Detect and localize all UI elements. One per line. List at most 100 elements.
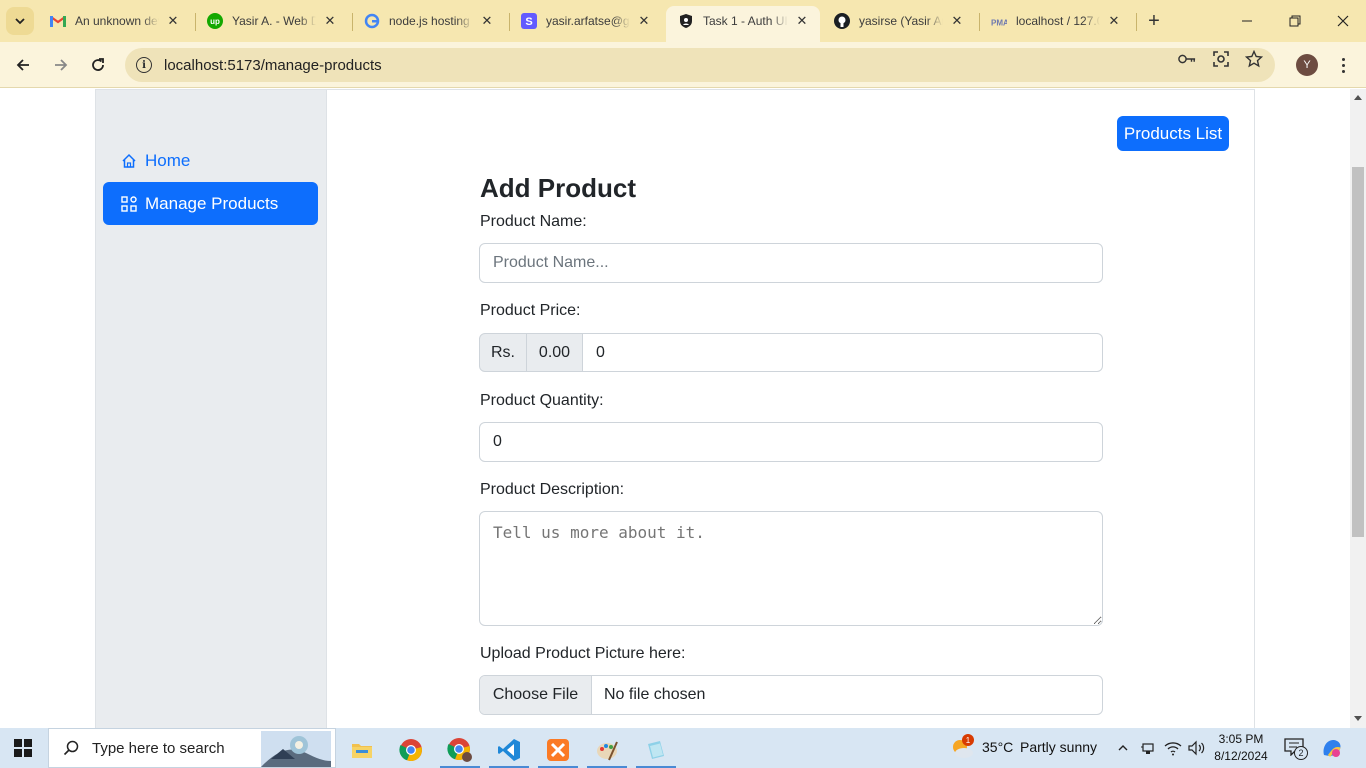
- file-name-text: No file chosen: [604, 686, 706, 703]
- back-button[interactable]: [9, 51, 37, 79]
- product-description-textarea[interactable]: [479, 511, 1103, 626]
- choose-file-button[interactable]: Choose File: [480, 676, 592, 714]
- wifi-icon[interactable]: [1164, 740, 1182, 756]
- new-tab-button[interactable]: +: [1143, 10, 1165, 32]
- taskbar-chrome-profile[interactable]: [438, 732, 482, 768]
- weather-description[interactable]: Partly sunny: [1020, 739, 1097, 755]
- notification-count: 2: [1294, 746, 1308, 760]
- paint-palette-icon: [597, 741, 618, 761]
- address-bar[interactable]: i localhost:5173/manage-products: [125, 48, 1275, 82]
- copilot-icon[interactable]: [1321, 737, 1343, 759]
- close-icon[interactable]: ✕: [165, 13, 181, 29]
- bookmark-star-icon[interactable]: [1245, 50, 1263, 68]
- search-icon: [63, 740, 79, 756]
- products-list-button[interactable]: Products List: [1117, 116, 1229, 151]
- github-icon: [834, 13, 850, 29]
- minimize-button[interactable]: [1224, 0, 1270, 42]
- scroll-up-icon[interactable]: [1354, 95, 1362, 100]
- product-name-label: Product Name:: [480, 213, 587, 230]
- product-price-input[interactable]: 0: [583, 333, 1103, 372]
- screenshot-lens-icon[interactable]: [1212, 50, 1230, 68]
- tab-search-button[interactable]: [6, 7, 34, 35]
- phpmyadmin-icon: PMA: [991, 13, 1007, 29]
- close-icon[interactable]: ✕: [479, 13, 495, 29]
- scroll-thumb[interactable]: [1352, 167, 1364, 537]
- taskbar-app[interactable]: [634, 732, 678, 768]
- notepad-icon: [648, 741, 664, 759]
- shield-icon: [678, 13, 694, 29]
- scroll-down-icon[interactable]: [1354, 716, 1362, 721]
- tab-title: Yasir A. - Web Developer: [232, 14, 316, 28]
- taskbar-chrome[interactable]: [389, 732, 433, 768]
- sidebar: Home Manage Products: [96, 90, 327, 728]
- minimize-icon: [1242, 20, 1252, 22]
- close-window-button[interactable]: [1320, 0, 1366, 42]
- sidebar-item-manage-products[interactable]: Manage Products: [103, 182, 318, 225]
- taskbar-paint[interactable]: [585, 732, 629, 768]
- browser-tab[interactable]: up Yasir A. - Web Developer ✕: [195, 6, 348, 36]
- browser-tab[interactable]: node.js hosting ✕: [352, 6, 505, 36]
- close-icon[interactable]: ✕: [322, 13, 338, 29]
- grid-icon: [120, 195, 137, 212]
- browser-tab[interactable]: S yasir.arfatse@gmail ✕: [509, 6, 662, 36]
- chevron-up-icon[interactable]: [1117, 742, 1129, 754]
- taskbar-search-placeholder: Type here to search: [92, 739, 225, 757]
- weather-temperature[interactable]: 35°C: [982, 739, 1013, 755]
- arrow-right-icon: [55, 59, 68, 71]
- tab-title: yasirse (Yasir Arfat): [859, 14, 943, 28]
- product-price-group: Rs. 0.00 0: [479, 333, 1103, 372]
- taskbar-search-box[interactable]: Type here to search: [48, 728, 336, 768]
- tab-title: yasir.arfatse@gmail: [546, 14, 630, 28]
- forward-button[interactable]: [47, 51, 75, 79]
- tab-title: Task 1 - Auth UI: [703, 14, 788, 28]
- page-viewport: Home Manage Products Products List Add P…: [0, 89, 1366, 728]
- site-info-icon[interactable]: i: [136, 57, 152, 73]
- browser-tab-active[interactable]: Task 1 - Auth UI ✕: [666, 6, 820, 42]
- sidebar-item-label: Home: [145, 150, 191, 170]
- chrome-icon: [399, 739, 422, 762]
- browser-toolbar: i localhost:5173/manage-products Y: [0, 42, 1366, 88]
- password-key-icon[interactable]: [1178, 50, 1196, 68]
- chrome-profile-icon: [447, 738, 472, 762]
- close-icon[interactable]: ✕: [949, 13, 965, 29]
- house-icon: [120, 152, 137, 169]
- restore-icon: [1289, 15, 1301, 27]
- page-title: Add Product: [480, 173, 636, 203]
- browser-tab[interactable]: An unknown device ✕: [38, 6, 191, 36]
- restore-button[interactable]: [1272, 0, 1318, 42]
- reload-button[interactable]: [84, 51, 112, 79]
- google-icon: [364, 13, 380, 29]
- product-quantity-label: Product Quantity:: [480, 392, 604, 409]
- close-icon[interactable]: ✕: [794, 13, 810, 29]
- sidebar-item-home[interactable]: Home: [103, 139, 318, 182]
- page-scrollbar[interactable]: [1350, 89, 1366, 728]
- close-icon[interactable]: ✕: [636, 13, 652, 29]
- product-name-input[interactable]: Product Name...: [479, 243, 1103, 283]
- weather-icon[interactable]: 1: [950, 734, 974, 760]
- network-icon[interactable]: [1140, 740, 1156, 756]
- taskbar-clock[interactable]: 3:05 PM 8/12/2024: [1212, 731, 1270, 765]
- stripe-icon: S: [521, 13, 537, 29]
- windows-start-icon[interactable]: [14, 739, 32, 757]
- clock-date: 8/12/2024: [1214, 749, 1268, 763]
- arrow-left-icon: [16, 59, 29, 71]
- profile-avatar[interactable]: Y: [1296, 54, 1318, 76]
- windows-taskbar: Type here to search 1 35°C Partly sunny …: [0, 728, 1366, 768]
- volume-icon[interactable]: [1188, 740, 1206, 756]
- browser-tab[interactable]: PMA localhost / 127.0.0.1 ✕: [979, 6, 1132, 36]
- file-upload-input[interactable]: Choose File No file chosen: [479, 675, 1103, 715]
- url-text[interactable]: localhost:5173/manage-products: [164, 57, 382, 74]
- product-description-label: Product Description:: [480, 481, 625, 498]
- taskbar-vscode[interactable]: [487, 732, 531, 768]
- taskbar-xampp[interactable]: [536, 732, 580, 768]
- browser-menu-icon[interactable]: [1334, 54, 1352, 76]
- product-quantity-input[interactable]: 0: [479, 422, 1103, 462]
- xampp-icon: [547, 739, 569, 761]
- browser-tab-strip: An unknown device ✕ up Yasir A. - Web De…: [0, 0, 1366, 42]
- svg-text:S: S: [525, 16, 532, 28]
- taskbar-file-explorer[interactable]: [340, 732, 384, 768]
- browser-tab[interactable]: yasirse (Yasir Arfat) ✕: [822, 6, 975, 36]
- notification-center-icon[interactable]: 2: [1284, 738, 1308, 760]
- clock-time: 3:05 PM: [1218, 732, 1264, 746]
- close-icon[interactable]: ✕: [1106, 13, 1122, 29]
